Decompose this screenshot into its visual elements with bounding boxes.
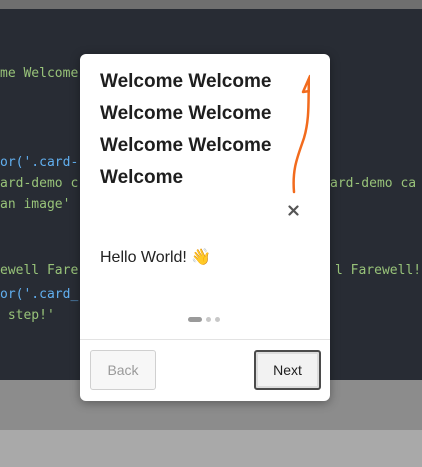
step-dot (215, 317, 220, 322)
footer-divider (80, 339, 330, 340)
top-bar (0, 0, 422, 9)
code-line-text: or('.card_ (0, 287, 79, 302)
close-button[interactable] (283, 200, 303, 220)
code-line: or('.card_ (0, 287, 78, 303)
back-button[interactable]: Back (90, 350, 156, 390)
code-line: step!' (0, 308, 55, 323)
arrow-annotation-icon (292, 74, 310, 194)
code-line: ewell Fare (0, 263, 79, 278)
code-line: me Welcome (0, 66, 79, 81)
step-dot (206, 317, 211, 322)
code-line: l Farewell! (335, 263, 422, 278)
code-line: ard-demo ca (330, 176, 417, 191)
code-line: or('.card- (0, 155, 78, 171)
step-dot-active (188, 317, 202, 322)
bottom-strip (0, 430, 422, 467)
next-button[interactable]: Next (254, 350, 321, 390)
code-line-text: or('.card- (0, 155, 79, 170)
close-icon (287, 204, 299, 216)
step-indicator (188, 317, 220, 322)
code-line: an image' (0, 197, 71, 212)
tour-popover: Welcome Welcome Welcome Welcome Welcome … (80, 54, 330, 401)
code-line: ard-demo c (0, 176, 79, 191)
tour-title: Welcome Welcome Welcome Welcome Welcome … (100, 71, 272, 188)
tour-body-text: Hello World! 👋 (100, 249, 212, 266)
